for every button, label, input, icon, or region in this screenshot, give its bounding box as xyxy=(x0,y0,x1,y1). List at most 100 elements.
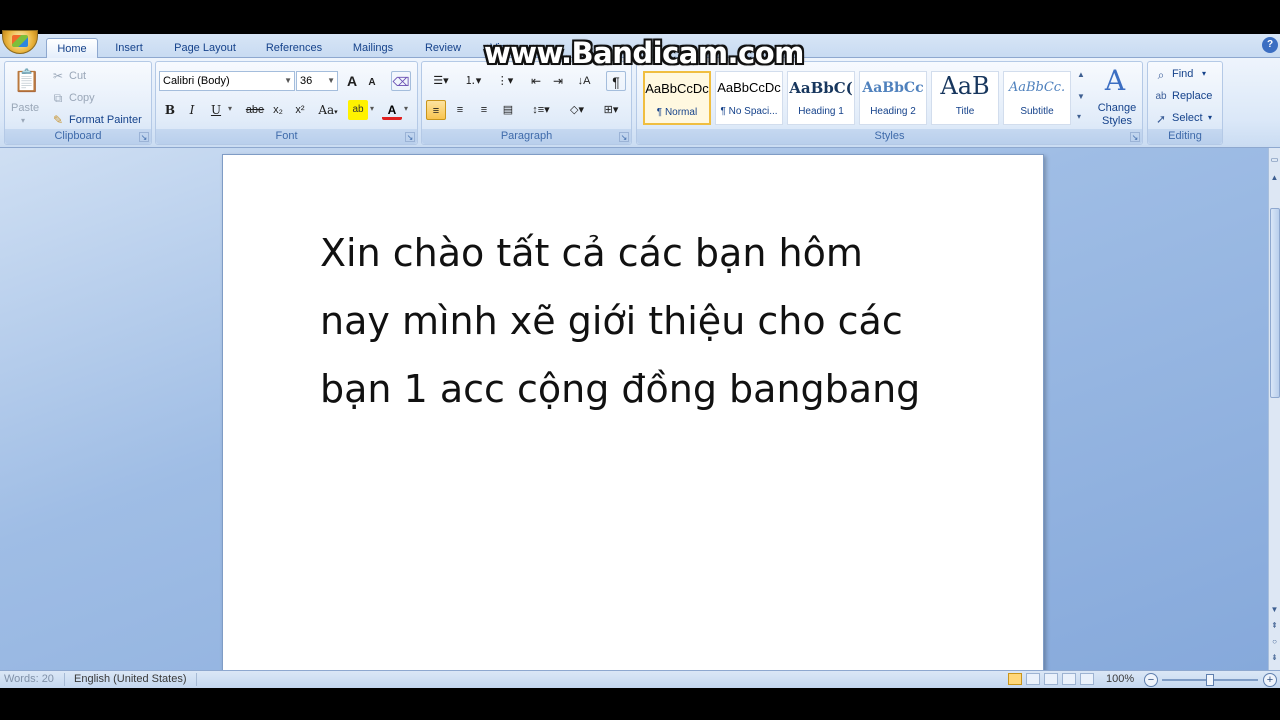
shrink-font-button[interactable]: A xyxy=(362,73,382,93)
cut-button[interactable]: Cut xyxy=(69,70,86,82)
paste-icon[interactable]: 📋 xyxy=(13,66,40,96)
line-spacing-button[interactable]: ↕≡▾ xyxy=(526,100,556,120)
borders-button[interactable]: ⊞▾ xyxy=(596,100,626,120)
language-indicator[interactable]: English (United States) xyxy=(74,673,187,685)
tab-home[interactable]: Home xyxy=(46,38,98,58)
styles-scroll-down-icon[interactable]: ▼ xyxy=(1077,92,1085,101)
word-window: Home Insert Page Layout References Maili… xyxy=(0,0,1280,720)
document-page[interactable]: Xin chào tất cả các bạn hôm nay mình xẽ … xyxy=(222,154,1044,670)
italic-button[interactable]: I xyxy=(182,100,202,120)
next-page-icon[interactable]: ⇟ xyxy=(1269,652,1280,664)
scroll-up-icon[interactable]: ▲ xyxy=(1269,172,1280,184)
clipboard-launcher-icon[interactable]: ↘ xyxy=(139,132,149,142)
subscript-button[interactable]: x₂ xyxy=(268,100,288,120)
font-color-dropdown-icon[interactable]: ▾ xyxy=(404,104,408,113)
select-button[interactable]: Select xyxy=(1172,112,1203,124)
grow-font-button[interactable]: A xyxy=(342,71,362,91)
numbering-icon: ⒈▾ xyxy=(464,75,482,87)
superscript-button[interactable]: x² xyxy=(290,100,310,120)
scroll-down-icon[interactable]: ▼ xyxy=(1269,604,1280,616)
numbering-button[interactable]: ⒈▾ xyxy=(458,71,488,91)
justify-button[interactable]: ▤ xyxy=(498,100,518,120)
clear-formatting-button[interactable]: ⌫ xyxy=(391,71,411,91)
draft-view-icon[interactable] xyxy=(1080,673,1094,685)
styles-scroll-up-icon[interactable]: ▲ xyxy=(1077,70,1085,79)
style-no-spacing[interactable]: AaBbCcDc ¶ No Spaci... xyxy=(715,71,783,125)
multilevel-list-button[interactable]: ⋮▾ xyxy=(490,71,520,91)
ruler-toggle-icon[interactable]: ▭ xyxy=(1269,154,1280,166)
font-size-combo[interactable]: 36 ▼ xyxy=(296,71,338,91)
underline-dropdown-icon[interactable]: ▾ xyxy=(228,104,232,113)
tab-page-layout[interactable]: Page Layout xyxy=(164,38,246,58)
help-icon[interactable]: ? xyxy=(1262,37,1278,53)
shrink-font-icon: A xyxy=(368,77,376,88)
style-heading-1[interactable]: AaBbC( Heading 1 xyxy=(787,71,855,125)
change-styles-button[interactable]: Change Styles xyxy=(1095,102,1139,128)
sort-icon: ↓A xyxy=(577,75,591,87)
scrollbar-thumb[interactable] xyxy=(1270,208,1280,398)
paragraph-launcher-icon[interactable]: ↘ xyxy=(619,132,629,142)
increase-indent-button[interactable]: ⇥ xyxy=(548,71,568,91)
style-title[interactable]: AaB Title xyxy=(931,71,999,125)
full-screen-reading-view-icon[interactable] xyxy=(1026,673,1040,685)
styles-more-icon[interactable]: ▾ xyxy=(1077,112,1081,121)
vertical-scrollbar[interactable]: ▭ ▲ ▼ ⇞ ○ ⇟ xyxy=(1268,148,1280,670)
find-button[interactable]: Find xyxy=(1172,68,1193,80)
tab-review[interactable]: Review xyxy=(414,38,472,58)
paste-button[interactable]: Paste xyxy=(11,102,39,114)
document-body[interactable]: Xin chào tất cả các bạn hôm nay mình xẽ … xyxy=(320,219,960,423)
font-name-combo[interactable]: Calibri (Body) ▼ xyxy=(159,71,295,91)
replace-button[interactable]: Replace xyxy=(1172,90,1212,102)
zoom-in-icon[interactable]: + xyxy=(1263,673,1277,687)
find-dropdown-icon[interactable]: ▾ xyxy=(1202,69,1206,78)
web-layout-view-icon[interactable] xyxy=(1044,673,1058,685)
shading-button[interactable]: ◇▾ xyxy=(562,100,592,120)
tab-references[interactable]: References xyxy=(256,38,332,58)
paragraph-group-label: Paragraph xyxy=(422,129,631,144)
document-line: nay mình xẽ giới thiệu cho các xyxy=(320,299,903,343)
tab-insert[interactable]: Insert xyxy=(104,38,154,58)
zoom-slider-knob[interactable] xyxy=(1206,674,1214,686)
align-left-button[interactable]: ≡ xyxy=(426,100,446,120)
print-layout-view-icon[interactable] xyxy=(1008,673,1022,685)
bold-button[interactable]: B xyxy=(160,100,180,120)
align-right-icon: ≡ xyxy=(480,104,488,116)
select-dropdown-icon[interactable]: ▾ xyxy=(1208,113,1212,122)
change-case-label: Aa xyxy=(318,103,335,117)
document-line: Xin chào tất cả các bạn hôm xyxy=(320,231,863,275)
align-center-button[interactable]: ≡ xyxy=(450,100,470,120)
font-name-value: Calibri (Body) xyxy=(163,75,230,87)
style-subtitle[interactable]: AaBbCc. Subtitle xyxy=(1003,71,1071,125)
bullets-button[interactable]: ☰▾ xyxy=(426,71,456,91)
document-line: bạn 1 acc cộng đồng bangbang xyxy=(320,367,921,411)
bullets-icon: ☰▾ xyxy=(433,75,449,87)
font-color-button[interactable]: A xyxy=(382,100,402,120)
styles-launcher-icon[interactable]: ↘ xyxy=(1130,132,1140,142)
change-case-button[interactable]: Aa▾ xyxy=(314,100,342,120)
style-sample: AaB xyxy=(940,72,990,100)
highlight-dropdown-icon[interactable]: ▾ xyxy=(370,104,374,113)
select-browse-object-icon[interactable]: ○ xyxy=(1269,636,1280,648)
underline-button[interactable]: U xyxy=(206,100,226,120)
style-name: ¶ No Spaci... xyxy=(720,106,778,117)
style-heading-2[interactable]: AaBbCc Heading 2 xyxy=(859,71,927,125)
previous-page-icon[interactable]: ⇞ xyxy=(1269,620,1280,632)
document-area: Xin chào tất cả các bạn hôm nay mình xẽ … xyxy=(0,148,1268,670)
align-right-button[interactable]: ≡ xyxy=(474,100,494,120)
format-painter-button[interactable]: Format Painter xyxy=(69,114,142,126)
sort-button[interactable]: ↓A xyxy=(574,71,594,91)
word-count[interactable]: Words: 20 xyxy=(4,673,54,685)
style-normal[interactable]: AaBbCcDc ¶ Normal xyxy=(643,71,711,125)
outline-view-icon[interactable] xyxy=(1062,673,1076,685)
decrease-indent-button[interactable]: ⇤ xyxy=(526,71,546,91)
font-launcher-icon[interactable]: ↘ xyxy=(405,132,415,142)
tab-mailings[interactable]: Mailings xyxy=(342,38,404,58)
paste-dropdown-icon[interactable]: ▾ xyxy=(21,116,25,125)
copy-button[interactable]: Copy xyxy=(69,92,95,104)
zoom-out-icon[interactable]: − xyxy=(1144,673,1158,687)
strikethrough-button[interactable]: abe xyxy=(242,100,268,120)
show-hide-button[interactable]: ¶ xyxy=(606,71,626,91)
zoom-level[interactable]: 100% xyxy=(1106,673,1134,685)
multilevel-list-icon: ⋮▾ xyxy=(496,75,514,87)
text-highlight-button[interactable]: ab xyxy=(348,100,368,120)
